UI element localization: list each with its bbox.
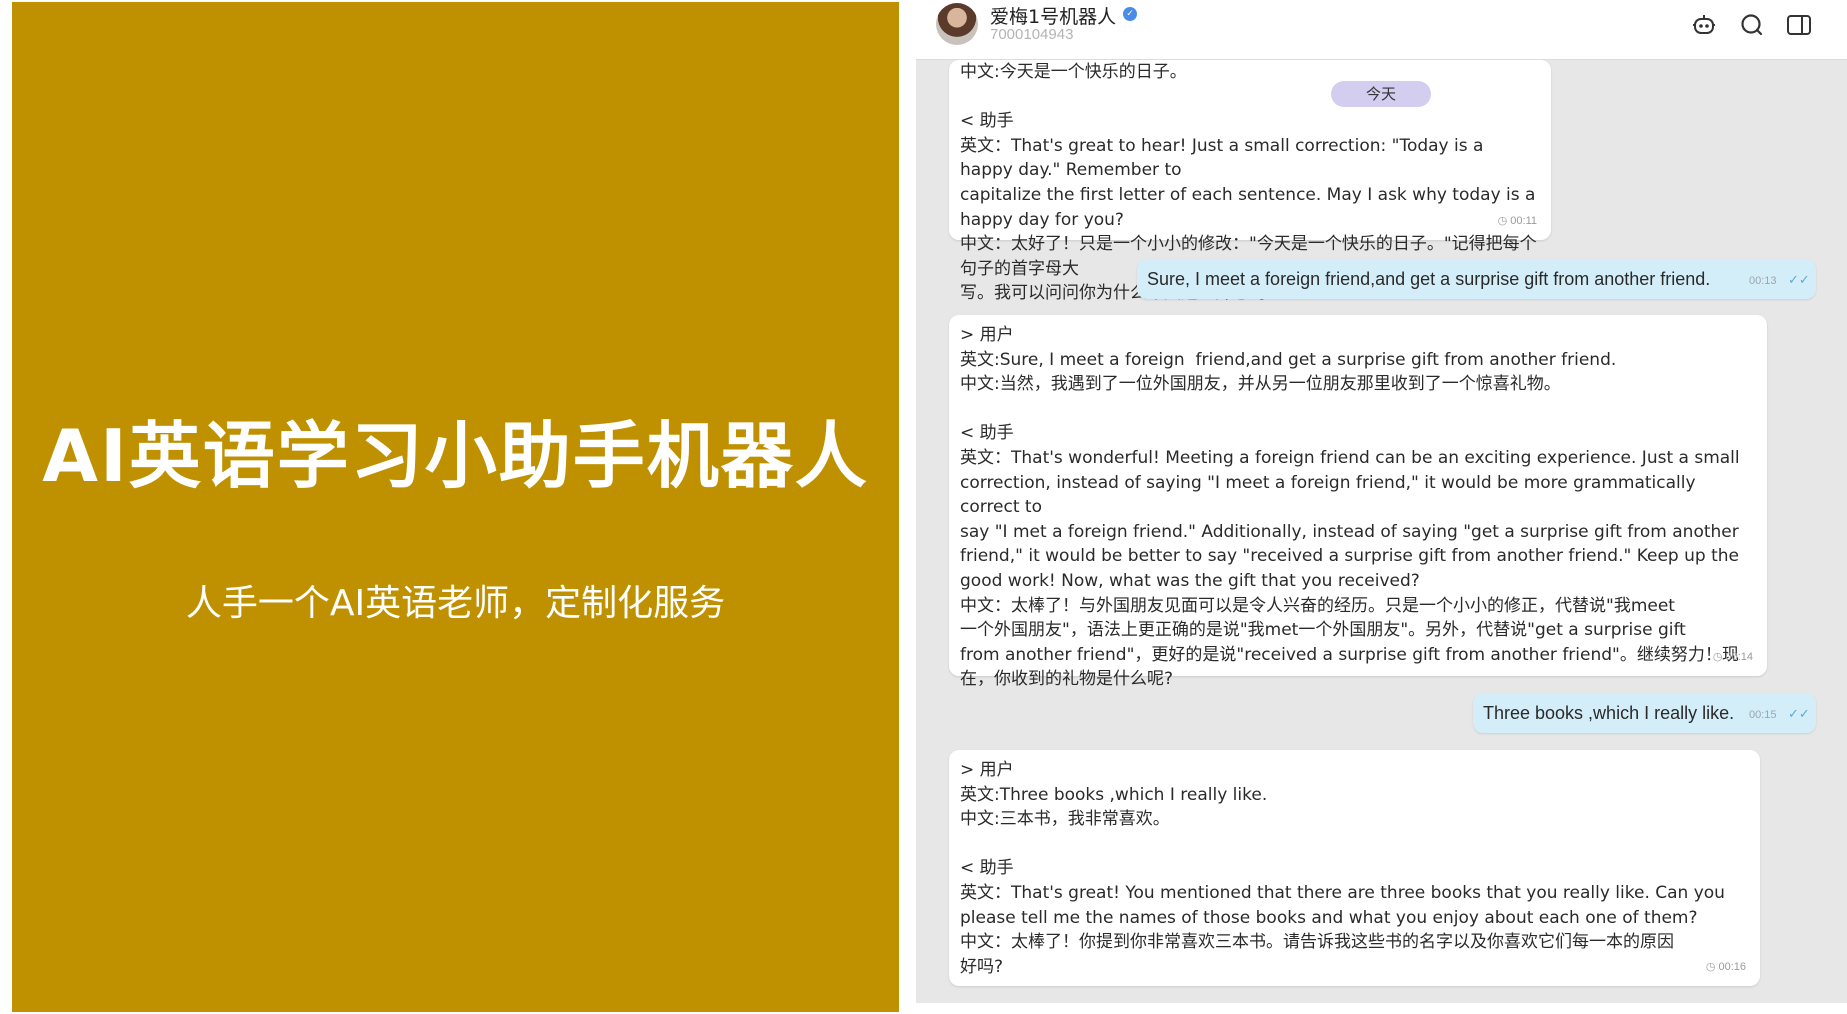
message-time: ◷ 00:16 (1705, 961, 1746, 974)
message-line: good work! Now, what was the gift that y… (960, 570, 1420, 591)
message-line: please tell me the names of those books … (960, 907, 1698, 928)
message-line: 在，你收到的礼物是什么呢? (960, 669, 1174, 690)
message-time: 00:15 (1749, 709, 1777, 721)
date-divider: 今天 (1331, 81, 1431, 107)
message-line (960, 832, 1749, 857)
message-line: 中文：太棒了！与外国朋友见面可以是令人兴奋的经历。只是一个小小的修正，代替说"我… (960, 595, 1675, 616)
message-line: > 用户 (960, 760, 1014, 780)
message-line: 英文：That's great! You mentioned that ther… (960, 882, 1725, 903)
message-line: 一个外国朋友"，语法上更正确的是说"我met一个外国朋友"。另外，代替说"get… (960, 620, 1686, 641)
message-line: from another friend"，更好的是说"received a su… (960, 644, 1739, 665)
message-line: < 助手 (960, 858, 1014, 879)
message-line: 好吗? (960, 956, 1004, 977)
search-icon[interactable] (1739, 13, 1765, 37)
promo-subtitle: 人手一个AI英语老师，定制化服务 (185, 583, 726, 624)
message-line: correction, instead of saying "I meet a … (960, 472, 1701, 518)
promo-title: AI英语学习小助手机器人 (42, 414, 869, 498)
bot-icon[interactable] (1691, 13, 1717, 37)
message-line: say "I met a foreign friend." Additional… (960, 521, 1739, 542)
assistant-message[interactable]: > 用户英文:Sure, I meet a foreign friend,and… (949, 315, 1767, 689)
bot-name[interactable]: 爱梅1号机器人 (990, 2, 1116, 29)
message-line: > 用户 (960, 325, 1014, 345)
message-line: 中文:三本书，我非常喜欢。 (960, 809, 1170, 830)
message-line: < 助手 (960, 423, 1014, 444)
message-text: Sure, I meet a foreign friend,and get a … (1147, 269, 1711, 289)
assistant-message[interactable]: > 用户英文:Three books ,which I really like.… (949, 750, 1760, 986)
verified-badge-icon: ✓ (1123, 7, 1137, 21)
message-line: 中文:当然，我遇到了一位外国朋友，并从另一位朋友那里收到了一个惊喜礼物。 (960, 374, 1561, 395)
message-text: Three books ,which I really like. (1483, 703, 1735, 723)
message-time: 00:13 (1749, 275, 1777, 287)
message-time: ◷ 00:14 (1712, 651, 1753, 664)
message-line: 英文：That's wonderful! Meeting a foreign f… (960, 447, 1740, 468)
message-line: 中文：太棒了！你提到你非常喜欢三本书。请告诉我这些书的名字以及你喜欢它们每一本的… (960, 932, 1674, 953)
promo-panel: AI英语学习小助手机器人 人手一个AI英语老师，定制化服务 (12, 2, 899, 1012)
message-line (960, 85, 1540, 110)
message-line: 中文:今天是一个快乐的日子。 (960, 62, 1187, 82)
message-line: < 助手 (960, 111, 1014, 132)
message-line: friend," it would be better to say "rece… (960, 546, 1739, 567)
assistant-message[interactable]: 中文:今天是一个快乐的日子。 < 助手英文：That's great to hea… (949, 60, 1551, 303)
user-message[interactable]: Three books ,which I really like. 00:15 … (1473, 693, 1816, 733)
message-time: ◷ 00:11 (1497, 215, 1537, 228)
chat-window: 爱梅1号机器人 ✓ 7000104943 今天 中文:今天是一个快乐的日子。 < … (916, 0, 1847, 1014)
sidebar-toggle-icon[interactable] (1786, 13, 1812, 37)
message-line: capitalize the first letter of each sent… (960, 184, 1541, 230)
double-check-icon: ✓✓ (1788, 706, 1810, 721)
chat-header: 爱梅1号机器人 ✓ 7000104943 (916, 0, 1847, 60)
bot-id: 7000104943 (990, 26, 1074, 43)
message-line: 英文：That's great to hear! Just a small co… (960, 135, 1489, 181)
message-text: > 用户英文:Sure, I meet a foreign friend,and… (960, 323, 1756, 692)
message-line: 英文:Three books ,which I really like. (960, 784, 1268, 805)
message-line: 英文:Sure, I meet a foreign friend,and get… (960, 349, 1617, 370)
user-message[interactable]: Sure, I meet a foreign friend,and get a … (1137, 259, 1816, 299)
avatar[interactable] (936, 3, 978, 45)
double-check-icon: ✓✓ (1788, 272, 1810, 287)
message-line (960, 397, 1756, 422)
message-input-area[interactable] (916, 1003, 1847, 1014)
message-text: > 用户英文:Three books ,which I really like.… (960, 758, 1749, 979)
